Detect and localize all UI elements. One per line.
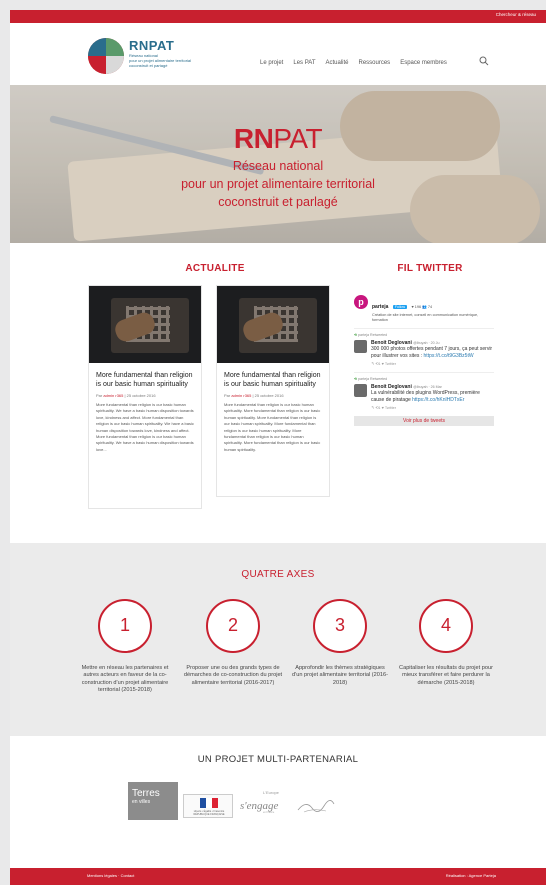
tweet-actions[interactable]: ↰ ⟲1 ♥ Twitter — [371, 361, 494, 366]
top-bar: Chercheur & réseau — [10, 10, 546, 23]
axis-text: Approfondir les thèmes stratégiques d'un… — [292, 665, 388, 686]
hero-line-1: Réseau national — [232, 159, 324, 173]
twitter-description: Création de site internet, conseil en co… — [372, 313, 479, 322]
parteja-avatar-icon[interactable]: p — [354, 295, 368, 309]
axis-text: Capitaliser les résultats du projet pour… — [399, 665, 493, 686]
axis-number-circle: 4 — [419, 599, 473, 653]
twitter-account-name[interactable]: parteja — [372, 304, 388, 310]
more-tweets-button[interactable]: Voir plus de tweets — [354, 416, 494, 426]
tweet-author-avatar[interactable] — [354, 384, 367, 397]
footer-credit[interactable]: Réalisation : Agence Parteja — [446, 873, 496, 878]
news-card[interactable]: More fundamental than religion is our ba… — [88, 285, 202, 509]
hero-line-2: pour un projet alimentaire territorial — [181, 177, 375, 191]
axis-item: 4 Capitaliser les résultats du projet po… — [396, 599, 496, 687]
hero-line-3: coconstruit et parlagé — [218, 195, 338, 209]
news-card-body: More fundamental than religion is our ba… — [96, 402, 194, 452]
search-icon[interactable] — [479, 56, 489, 66]
tweet-link[interactable]: https://t.co/t9G3Bz5tW — [424, 353, 474, 359]
news-card-author[interactable]: admin r365 — [103, 393, 123, 398]
news-section: ACTUALITE FIL TWITTER More fundamental t… — [10, 243, 546, 543]
tweet-retweet-label: ⟲ parteja Retweeted — [354, 377, 388, 381]
axis-number-circle: 2 — [206, 599, 260, 653]
tweet-link[interactable]: https://t.co/hKnlHDTxEr — [412, 397, 464, 403]
news-card-body: More fundamental than religion is our ba… — [224, 402, 321, 452]
partners-heading: UN PROJET MULTI-PARTENARIAL — [197, 754, 359, 765]
axis-number-circle: 1 — [98, 599, 152, 653]
tweet[interactable]: ⟲ parteja Retweeted Benoit Deglovani @lb… — [354, 377, 494, 410]
nav-item-actualite[interactable]: Actualité — [325, 60, 348, 66]
twitter-header: p parteja Follow ♥ 196 👥 74 Création de … — [354, 295, 494, 322]
axis-item: 1 Mettre en réseau les partenaires et au… — [75, 599, 175, 695]
terres-en-villes-logo[interactable]: Terres en villes — [128, 782, 178, 820]
axes-section: QUATRE AXES 1 Mettre en réseau les parte… — [10, 543, 546, 736]
nav-item-les-pat[interactable]: Les PAT — [293, 60, 315, 66]
axis-text: Mettre en réseau les partenaires et autr… — [81, 665, 169, 694]
news-card-meta: Par admin r365 | 25 octobre 2016 — [224, 393, 284, 398]
europe-engage-logo[interactable]: L'Europe s'engage en France — [240, 786, 292, 820]
page: Chercheur & réseau RNPAT Réseau national… — [10, 10, 546, 885]
nav-item-espace-membres[interactable]: Espace membres — [400, 60, 447, 66]
site-header: RNPAT Réseau national pour un projet ali… — [10, 23, 546, 85]
news-card-title[interactable]: More fundamental than religion is our ba… — [96, 371, 195, 389]
twitter-follow-button[interactable]: Follow — [392, 305, 407, 309]
nav-item-ressources[interactable]: Ressources — [359, 60, 391, 66]
news-card-author[interactable]: admin r365 — [231, 393, 251, 398]
twitter-feed: p parteja Follow ♥ 196 👥 74 Création de … — [354, 295, 494, 426]
tweet-author-avatar[interactable] — [354, 340, 367, 353]
axis-item: 2 Proposer une ou des grands types de dé… — [183, 599, 283, 687]
tweet-retweet-label: ⟲ parteja Retweeted — [354, 333, 388, 337]
brand-name: RNPAT — [129, 38, 175, 53]
news-card-image[interactable] — [89, 286, 201, 363]
footer-links[interactable]: Mentions légales · Contact — [87, 873, 134, 878]
hero-banner: RNPAT Réseau national pour un projet ali… — [10, 85, 546, 243]
tweet-text: 300 000 photos offertes pendant 7 jours,… — [371, 346, 493, 359]
hero-title: RNPAT — [233, 123, 323, 154]
partner-signature-logo[interactable] — [296, 796, 336, 816]
news-heading: ACTUALITE — [185, 263, 245, 274]
republique-francaise-logo[interactable]: Liberté • Égalité • Fraternité RÉPUBLIQU… — [183, 794, 233, 818]
partners-section: UN PROJET MULTI-PARTENARIAL Terres en vi… — [10, 736, 546, 868]
news-card[interactable]: More fundamental than religion is our ba… — [216, 285, 330, 497]
twitter-heading: FIL TWITTER — [397, 263, 463, 274]
rnpat-logo-icon[interactable] — [88, 38, 124, 74]
twitter-stats: ♥ 196 👥 74 — [411, 305, 433, 309]
top-bar-link[interactable]: Chercheur & réseau — [496, 12, 536, 17]
main-nav: Le projet Les PAT Actualité Ressources E… — [260, 60, 447, 66]
nav-item-le-projet[interactable]: Le projet — [260, 60, 283, 66]
footer: Mentions légales · Contact Réalisation :… — [10, 868, 546, 885]
axis-number-circle: 3 — [313, 599, 367, 653]
news-card-image[interactable] — [217, 286, 329, 363]
brand-block[interactable]: RNPAT Réseau national pour un projet ali… — [129, 38, 239, 68]
axis-item: 3 Approfondir les thèmes stratégiques d'… — [290, 599, 390, 687]
brand-line-3: coconstruit et partagé — [129, 63, 168, 68]
axes-heading: QUATRE AXES — [241, 569, 315, 580]
axis-text: Proposer une ou des grands types de déma… — [183, 665, 283, 686]
tweet-text: La vulnérabilité des plugins WordPress, … — [371, 390, 480, 403]
tweet[interactable]: ⟲ parteja Retweeted Benoit Deglovani @lb… — [354, 333, 494, 366]
tweet-actions[interactable]: ↰ ⟲1 ♥ Twitter — [371, 405, 494, 410]
news-card-meta: Par admin r365 | 25 octobre 2016 — [96, 393, 156, 398]
news-card-title[interactable]: More fundamental than religion is our ba… — [224, 371, 323, 389]
